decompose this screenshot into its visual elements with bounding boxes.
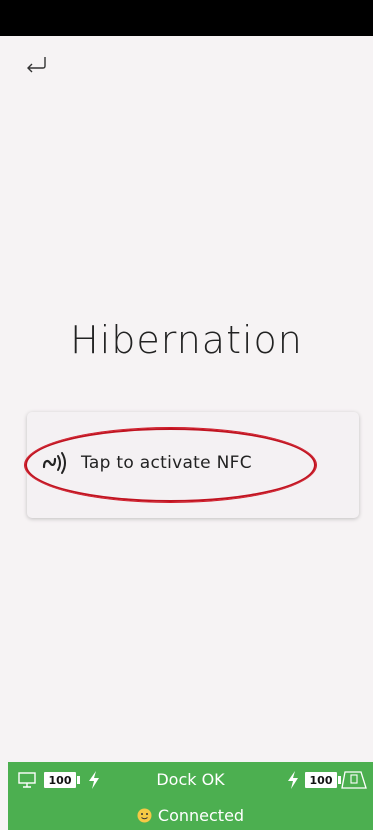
connection-text: Connected	[157, 806, 245, 825]
charging-bolt-icon	[288, 771, 298, 789]
device-icon	[341, 771, 367, 789]
return-arrow-icon	[27, 57, 46, 73]
status-bar	[0, 0, 373, 36]
status-footer: 100 Dock OK 100 Connected	[8, 762, 373, 830]
back-button[interactable]	[24, 54, 50, 76]
activate-nfc-button[interactable]: Tap to activate NFC	[41, 448, 252, 478]
smiley-icon	[137, 808, 152, 823]
nfc-card: Tap to activate NFC	[25, 412, 359, 518]
nfc-label: Tap to activate NFC	[81, 453, 252, 473]
phone-battery: 100	[305, 772, 341, 788]
dock-status-row: 100 Dock OK 100	[8, 766, 373, 796]
connection-status: Connected	[8, 806, 373, 825]
nfc-icon	[42, 452, 66, 474]
page-title: Hibernation	[70, 318, 303, 362]
